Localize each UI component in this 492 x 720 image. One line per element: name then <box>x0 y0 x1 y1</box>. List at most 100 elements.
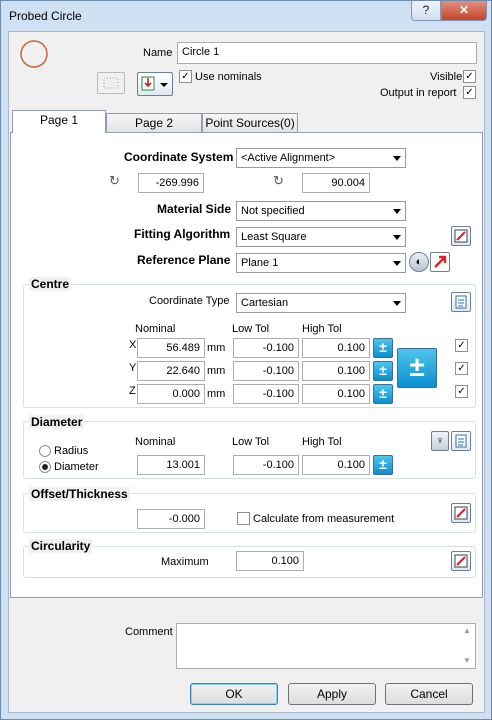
centre-hightol-header: High Tol <box>302 323 342 335</box>
plus-minus-icon: ± <box>379 362 387 378</box>
diameter-nominal-field[interactable]: 13.001 <box>137 455 205 475</box>
all-plusminus-button[interactable]: ± <box>397 348 437 388</box>
report-edit-icon <box>454 229 468 243</box>
fitting-algorithm-value: Least Square <box>241 231 307 243</box>
plane-pick-button[interactable]: ◐ <box>409 252 429 272</box>
window-title: Probed Circle <box>9 9 82 23</box>
y-checkbox[interactable]: ✓ <box>455 362 468 375</box>
visible-checkbox[interactable]: ✓ <box>463 70 476 83</box>
z-checkbox[interactable]: ✓ <box>455 385 468 398</box>
radius-radio[interactable] <box>39 445 51 457</box>
rotate-icon: ↻ <box>109 173 120 188</box>
chevron-down-icon <box>393 209 401 214</box>
circularity-maximum-field[interactable]: 0.100 <box>236 551 304 571</box>
radius-label: Radius <box>54 445 89 457</box>
help-button[interactable]: ? <box>411 1 441 21</box>
x-hightol-field[interactable]: 0.100 <box>302 338 370 358</box>
y-hightol-field[interactable]: 0.100 <box>302 361 370 381</box>
import-icon <box>141 76 168 91</box>
x-plusminus-button[interactable]: ± <box>373 338 393 358</box>
import-dropdown-button[interactable] <box>137 72 173 96</box>
coord-system-label: Coordinate System <box>124 150 234 164</box>
report-edit-icon <box>454 506 468 520</box>
fitting-settings-button[interactable] <box>451 226 471 246</box>
circularity-settings-button[interactable] <box>451 551 471 571</box>
reference-plane-label: Reference Plane <box>137 253 231 267</box>
apply-button[interactable]: Apply <box>288 683 376 705</box>
y-nominal-field[interactable]: 22.640 <box>137 361 205 381</box>
z-plusminus-button[interactable]: ± <box>373 384 393 404</box>
diameter-lowtol-field[interactable]: -0.100 <box>233 455 299 475</box>
close-button[interactable]: ✕ <box>441 1 487 21</box>
offset-title: Offset/Thickness <box>29 487 130 501</box>
unit-label: mm <box>207 342 226 354</box>
coord-type-select[interactable]: Cartesian <box>236 293 406 313</box>
rotate-icon: ↻ <box>273 173 284 188</box>
unit-label: mm <box>207 365 226 377</box>
tab-point-sources[interactable]: Point Sources(0) <box>202 113 298 133</box>
z-nominal-field[interactable]: 0.000 <box>137 384 205 404</box>
plus-minus-icon: ± <box>379 385 387 401</box>
diameter-report-button[interactable] <box>451 431 471 451</box>
diameter-hightol-field[interactable]: 0.100 <box>302 455 370 475</box>
name-label: Name <box>143 47 173 59</box>
page1-panel: Coordinate System <Active Alignment> ↻ -… <box>10 132 483 598</box>
ok-button[interactable]: OK <box>190 683 278 705</box>
document-icon <box>455 434 467 448</box>
circle-feature-icon <box>20 40 48 68</box>
output-report-checkbox[interactable]: ✓ <box>463 86 476 99</box>
axis-label: X <box>129 339 137 351</box>
x-checkbox[interactable]: ✓ <box>455 339 468 352</box>
y-plusminus-button[interactable]: ± <box>373 361 393 381</box>
reference-plane-value: Plane 1 <box>241 257 279 269</box>
coord-system-value: <Active Alignment> <box>241 152 336 164</box>
document-icon <box>455 295 467 309</box>
offset-settings-button[interactable] <box>451 503 471 523</box>
diameter-label: Diameter <box>54 461 99 473</box>
fitting-algorithm-label: Fitting Algorithm <box>134 227 231 241</box>
cancel-button[interactable]: Cancel <box>385 683 473 705</box>
points-button[interactable] <box>97 72 125 94</box>
use-nominals-label: Use nominals <box>195 71 262 83</box>
circularity-title: Circularity <box>29 539 93 553</box>
centre-report-button[interactable] <box>451 292 471 312</box>
scroll-up-icon[interactable]: ▲ <box>463 626 471 635</box>
z-hightol-field[interactable]: 0.100 <box>302 384 370 404</box>
dialog-client: Name Circle 1 ✓ Use nominals Visible ✓ O… <box>8 31 485 713</box>
calc-from-measurement-label: Calculate from measurement <box>253 513 395 525</box>
probe-icon: ◐ <box>415 256 423 268</box>
y-lowtol-field[interactable]: -0.100 <box>233 361 299 381</box>
name-field[interactable]: Circle 1 <box>177 42 477 64</box>
comment-field[interactable] <box>176 623 476 669</box>
comment-label: Comment <box>125 626 173 638</box>
axis-label: Z <box>129 385 136 397</box>
hint-button[interactable]: ♀ <box>431 431 449 451</box>
tab-page2[interactable]: Page 2 <box>106 113 202 133</box>
offset-field[interactable]: -0.000 <box>137 509 205 529</box>
diameter-radio[interactable] <box>39 461 51 473</box>
coord-system-select[interactable]: <Active Alignment> <box>236 148 406 168</box>
dialog-window: Probed Circle ? ✕ Name Circle 1 ✓ Use no… <box>0 0 492 720</box>
diameter-plusminus-button[interactable]: ± <box>373 455 393 475</box>
z-lowtol-field[interactable]: -0.100 <box>233 384 299 404</box>
use-nominals-checkbox[interactable]: ✓ <box>179 70 192 83</box>
material-side-select[interactable]: Not specified <box>236 201 406 221</box>
x-nominal-field[interactable]: 56.489 <box>137 338 205 358</box>
plane-arrow-button[interactable] <box>430 252 450 272</box>
reference-plane-select[interactable]: Plane 1 <box>236 253 406 273</box>
fitting-algorithm-select[interactable]: Least Square <box>236 227 406 247</box>
chevron-down-icon <box>393 261 401 266</box>
scroll-down-icon[interactable]: ▼ <box>463 656 471 665</box>
calc-from-measurement-checkbox[interactable] <box>237 512 250 525</box>
plus-minus-icon: ± <box>379 339 387 355</box>
coord-a-field[interactable]: -269.996 <box>138 173 204 193</box>
tab-page1[interactable]: Page 1 <box>12 110 106 133</box>
x-lowtol-field[interactable]: -0.100 <box>233 338 299 358</box>
coord-b-field[interactable]: 90.004 <box>302 173 370 193</box>
visible-label: Visible <box>430 71 463 83</box>
material-side-label: Material Side <box>157 202 232 216</box>
plus-minus-icon: ± <box>379 456 387 472</box>
chevron-down-icon <box>393 301 401 306</box>
title-bar[interactable]: Probed Circle ? ✕ <box>1 1 491 31</box>
chevron-down-icon <box>393 235 401 240</box>
